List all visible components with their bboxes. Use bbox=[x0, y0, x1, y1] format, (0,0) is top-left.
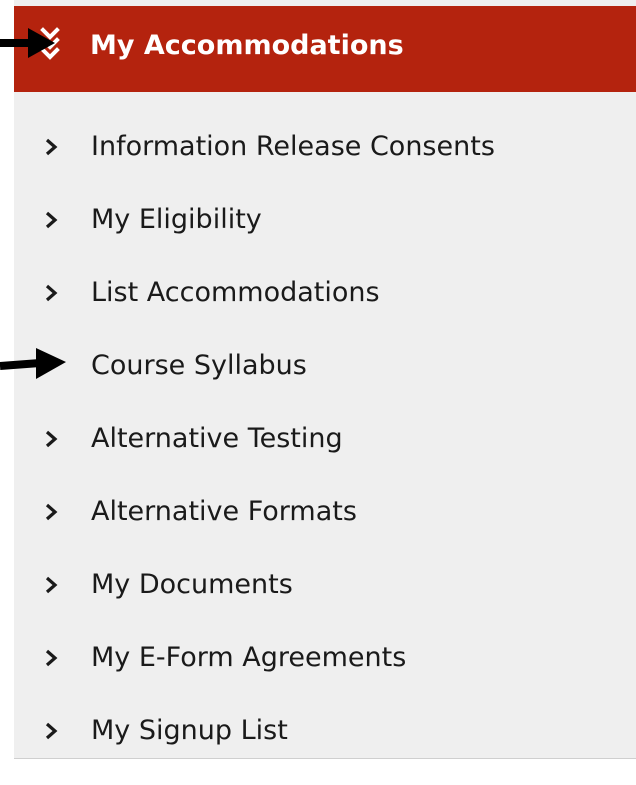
chevron-right-icon bbox=[45, 430, 58, 448]
menu-item-label: My E-Form Agreements bbox=[91, 642, 407, 673]
my-accommodations-header[interactable]: My Accommodations bbox=[14, 6, 636, 92]
menu-item-list-accommodations[interactable]: List Accommodations bbox=[14, 256, 636, 329]
chevron-right-icon bbox=[45, 576, 58, 594]
menu-item-label: Information Release Consents bbox=[91, 131, 495, 162]
menu-item-my-eligibility[interactable]: My Eligibility bbox=[14, 183, 636, 256]
menu-item-course-syllabus[interactable]: Course Syllabus bbox=[14, 329, 636, 402]
chevron-right-icon bbox=[45, 211, 58, 229]
accommodations-panel: My Accommodations Information Release Co… bbox=[14, 0, 636, 759]
arrow-to-course-syllabus-annotation bbox=[0, 348, 66, 379]
menu-item-my-e-form-agreements[interactable]: My E-Form Agreements bbox=[14, 621, 636, 694]
panel-title: My Accommodations bbox=[90, 30, 404, 61]
menu-item-my-signup-list[interactable]: My Signup List bbox=[14, 694, 636, 767]
menu-item-alternative-formats[interactable]: Alternative Formats bbox=[14, 475, 636, 548]
menu-item-label: Alternative Testing bbox=[91, 423, 343, 454]
chevron-right-icon bbox=[45, 284, 58, 302]
menu-item-label: My Eligibility bbox=[91, 204, 262, 235]
menu-item-alternative-testing[interactable]: Alternative Testing bbox=[14, 402, 636, 475]
menu-item-information-release-consents[interactable]: Information Release Consents bbox=[14, 110, 636, 183]
menu-item-label: My Documents bbox=[91, 569, 293, 600]
menu-item-label: List Accommodations bbox=[91, 277, 380, 308]
arrow-to-header-annotation bbox=[0, 28, 55, 58]
menu-item-label: Course Syllabus bbox=[91, 350, 307, 381]
menu-item-label: My Signup List bbox=[91, 715, 288, 746]
accommodations-menu: Information Release Consents My Eligibil… bbox=[14, 110, 636, 767]
menu-item-my-documents[interactable]: My Documents bbox=[14, 548, 636, 621]
menu-item-label: Alternative Formats bbox=[91, 496, 357, 527]
chevron-right-icon bbox=[45, 722, 58, 740]
chevron-right-icon bbox=[45, 138, 58, 156]
chevron-right-icon bbox=[45, 503, 58, 521]
chevron-right-icon bbox=[45, 649, 58, 667]
